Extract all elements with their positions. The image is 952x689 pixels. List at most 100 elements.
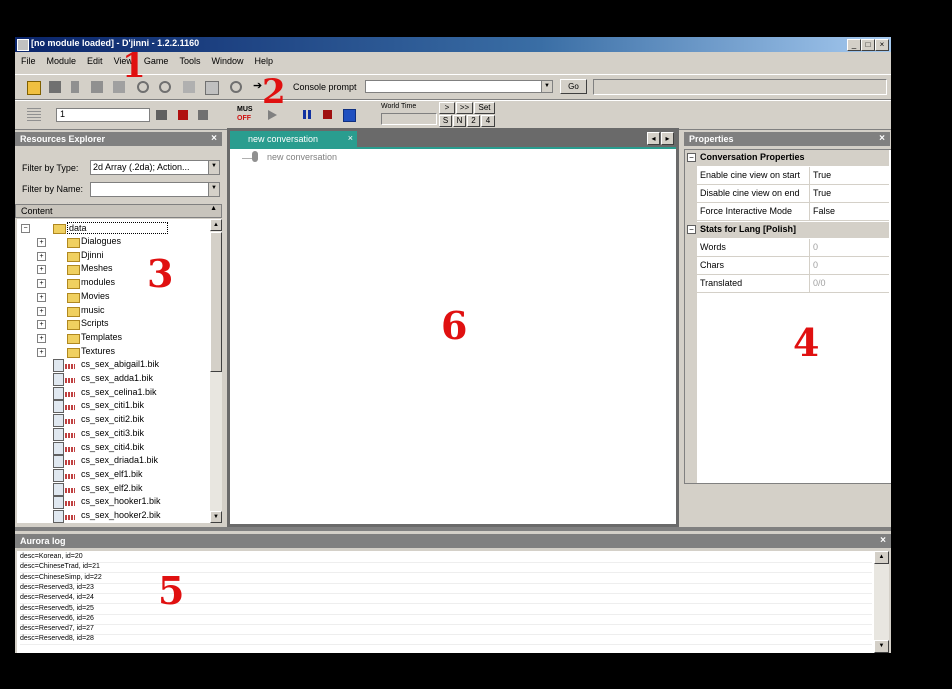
menu-window[interactable]: Window <box>205 55 248 66</box>
expand-icon[interactable]: + <box>37 333 46 343</box>
open-icon[interactable] <box>27 81 41 95</box>
property-row[interactable]: Words 0 <box>697 239 889 257</box>
stop-icon[interactable] <box>198 110 208 120</box>
time-s-button[interactable]: S <box>439 115 452 127</box>
off-label: OFF <box>237 115 251 122</box>
save-icon[interactable] <box>49 81 61 93</box>
expand-icon[interactable]: + <box>37 279 46 289</box>
properties-header: Properties × <box>684 132 890 146</box>
camera-icon[interactable] <box>156 110 167 120</box>
app-icon <box>17 39 29 51</box>
property-row[interactable]: Chars 0 <box>697 257 889 275</box>
close-icon[interactable]: × <box>880 535 886 546</box>
log-line: desc=Reserved8, id=28 <box>20 634 872 646</box>
property-row[interactable]: Disable cine view on end True <box>697 185 889 203</box>
delete-icon[interactable] <box>91 81 103 93</box>
time-n-button[interactable]: N <box>453 115 466 127</box>
tab-nav-left-button[interactable]: ◂ <box>647 132 660 145</box>
number-input[interactable]: 1 <box>56 108 150 122</box>
video-file-icon <box>53 441 64 455</box>
filter-name-input[interactable]: ▼ <box>90 182 220 197</box>
property-category[interactable]: Conversation Properties <box>697 150 889 166</box>
go-button[interactable]: Go <box>560 79 587 94</box>
expand-icon[interactable]: + <box>37 347 46 357</box>
grid-icon[interactable] <box>27 107 41 121</box>
folder-icon <box>67 320 80 331</box>
aurora-log-output[interactable]: desc=Korean, id=20 desc=ChineseTrad, id=2… <box>17 551 874 653</box>
menu-module[interactable]: Module <box>41 55 82 66</box>
video-file-icon <box>53 427 64 441</box>
annotation-2: 2 <box>262 72 286 112</box>
scroll-up-icon[interactable]: ▲ <box>874 551 889 564</box>
collapse-icon[interactable]: − <box>687 225 696 234</box>
resource-tree: − data + Dialogues + Djinni + Meshes + modules +… <box>17 219 210 523</box>
annotation-6: 6 <box>441 303 468 348</box>
cut-icon[interactable] <box>71 81 79 93</box>
collapse-icon[interactable]: − <box>687 153 696 162</box>
folder-icon <box>67 347 80 358</box>
clipboard-icon[interactable] <box>205 81 219 95</box>
menu-edit[interactable]: Edit <box>81 55 108 66</box>
close-icon[interactable]: × <box>348 133 353 143</box>
secondary-toolbar: 1 MUS OFF World Time > >> Set S N 2 4 <box>15 100 891 130</box>
time-4-button[interactable]: 4 <box>481 115 495 127</box>
world-time-slider[interactable] <box>381 113 437 125</box>
expand-icon[interactable]: + <box>37 306 46 316</box>
pause-icon[interactable] <box>303 110 311 119</box>
close-icon[interactable]: × <box>211 133 217 144</box>
record-icon[interactable] <box>178 110 188 120</box>
title-bar[interactable]: [no module loaded] - D'jinni - 1.2.2.116… <box>15 37 891 52</box>
time-2-button[interactable]: 2 <box>467 115 480 127</box>
chevron-down-icon[interactable]: ▼ <box>208 183 219 196</box>
video-file-icon <box>53 373 64 386</box>
property-row[interactable]: Force Interactive Mode False <box>697 203 889 221</box>
collapse-up-icon[interactable]: ▲ <box>210 205 217 212</box>
scroll-down-icon[interactable]: ▼ <box>210 511 222 523</box>
main-toolbar: ➔ Console prompt ▼ Go <box>15 74 891 100</box>
windowed-icon[interactable] <box>343 109 356 122</box>
tree-scrollbar[interactable]: ▲ ▼ <box>210 219 222 523</box>
djinni-window: [no module loaded] - D'jinni - 1.2.2.116… <box>15 37 891 653</box>
expand-icon[interactable]: + <box>37 265 46 275</box>
redo-icon[interactable] <box>159 81 171 93</box>
chevron-down-icon[interactable]: ▼ <box>208 161 219 174</box>
filter-type-label: Filter by Type: <box>22 163 79 173</box>
annotation-4: 4 <box>793 320 820 365</box>
next-button[interactable]: > <box>439 102 455 114</box>
property-category[interactable]: Stats for Lang [Polish] <box>697 222 889 238</box>
video-file-icon <box>53 496 64 510</box>
property-row[interactable]: Translated 0/0 <box>697 275 889 293</box>
mus-label[interactable]: MUS <box>237 106 253 113</box>
stop-record-icon[interactable] <box>323 110 332 119</box>
conversation-root-node[interactable]: new conversation <box>267 152 337 162</box>
close-window-button[interactable]: × <box>875 39 889 51</box>
restore-button[interactable]: □ <box>861 39 875 51</box>
menu-file[interactable]: File <box>15 55 41 66</box>
fast-forward-button[interactable]: >> <box>456 102 473 114</box>
folder-icon <box>67 333 80 344</box>
tab-new-conversation[interactable]: new conversation × <box>230 131 357 147</box>
splitter[interactable] <box>15 527 891 531</box>
log-scrollbar[interactable]: ▲ ▼ <box>874 551 889 653</box>
filter-type-select[interactable]: 2d Array (.2da); Action... ▼ <box>90 160 220 175</box>
expand-icon[interactable]: + <box>37 238 46 247</box>
tab-nav-right-button[interactable]: ▸ <box>661 132 674 145</box>
chevron-down-icon[interactable]: ▼ <box>541 81 552 92</box>
video-file-icon <box>53 400 64 414</box>
property-row[interactable]: Enable cine view on start True <box>697 167 889 185</box>
scroll-down-icon[interactable]: ▼ <box>874 640 889 653</box>
expand-icon[interactable]: + <box>37 292 46 302</box>
expand-icon[interactable]: + <box>37 320 46 330</box>
paste-icon[interactable] <box>183 81 195 93</box>
minimize-button[interactable]: _ <box>847 39 861 51</box>
scroll-thumb[interactable] <box>210 232 222 372</box>
console-prompt-input[interactable]: ▼ <box>365 80 553 93</box>
menu-help[interactable]: Help <box>248 55 278 66</box>
scroll-up-icon[interactable]: ▲ <box>210 219 222 231</box>
set-time-button[interactable]: Set <box>474 102 495 114</box>
menu-tools[interactable]: Tools <box>173 55 205 66</box>
close-icon[interactable]: × <box>879 133 885 144</box>
expand-icon[interactable]: + <box>37 251 46 261</box>
menu-bar: File Module Edit View Game Tools Window Help <box>15 55 891 70</box>
refresh-icon[interactable] <box>230 81 242 93</box>
